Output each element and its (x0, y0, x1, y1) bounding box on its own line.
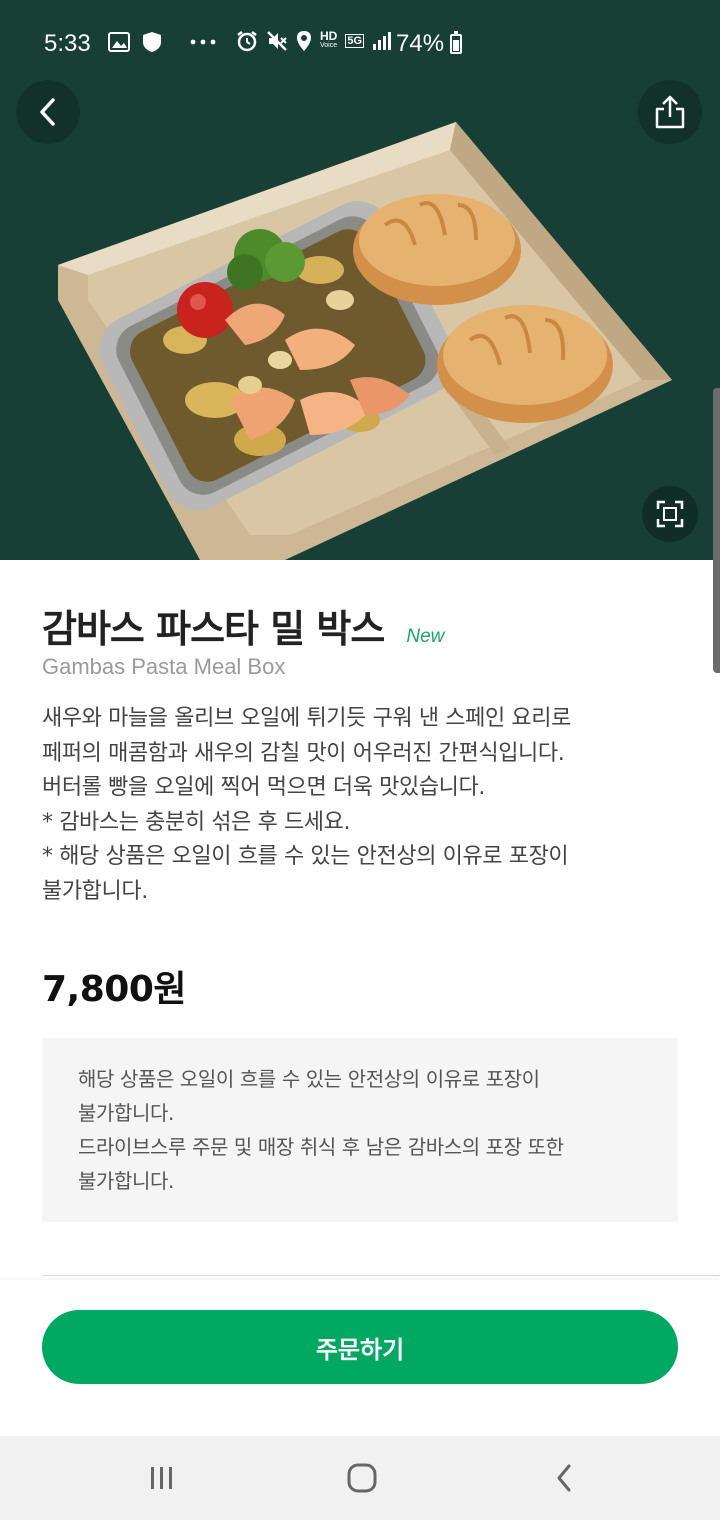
alarm-icon (237, 31, 257, 52)
image-zoom-button[interactable] (642, 486, 698, 542)
recent-apps-button[interactable] (140, 1456, 184, 1500)
system-navigation-bar (0, 1436, 720, 1520)
product-title-row: 감바스 파스타 밀 박스 New (42, 598, 444, 653)
description-line: 버터롤 빵을 오일에 찍어 먹으면 더욱 맛있습니다. (42, 775, 485, 800)
product-description: 새우와 마늘을 올리브 오일에 튀기듯 구워 낸 스페인 요리로 페퍼의 매콤함… (42, 702, 682, 909)
voice-label: Voice (320, 42, 338, 49)
hd-label: HD (320, 29, 338, 43)
status-bar: 5:33 HD Voice 5G 74% (0, 0, 720, 86)
notice-line: 드라이브스루 주문 및 매장 취식 후 남은 감바스의 포장 또한 (78, 1135, 564, 1159)
section-divider (42, 1275, 720, 1276)
gallery-icon (108, 32, 130, 52)
notice-line: 해당 상품은 오일이 흐를 수 있는 안전상의 이유로 포장이 (78, 1067, 540, 1091)
recent-apps-icon (151, 1467, 172, 1489)
back-button[interactable] (16, 80, 80, 144)
bottom-action-bar: 주문하기 (0, 1280, 720, 1436)
system-back-button[interactable] (542, 1456, 586, 1500)
back-arrow-icon (557, 1464, 571, 1492)
shield-icon (143, 32, 161, 52)
description-line: 새우와 마늘을 올리브 오일에 튀기듯 구워 낸 스페인 요리로 (42, 706, 571, 731)
product-image: 5:33 HD Voice 5G 74% (0, 0, 720, 560)
description-line: 페퍼의 매콤함과 새우의 감칠 맛이 어우러진 간편식입니다. (42, 740, 565, 766)
product-english-name: Gambas Pasta Meal Box (42, 654, 286, 679)
more-dots-icon (190, 39, 216, 45)
home-icon (347, 1463, 377, 1493)
home-button[interactable] (340, 1456, 384, 1500)
hd-voice-indicator: HD Voice (320, 29, 338, 50)
share-button[interactable] (638, 80, 702, 144)
system-icons: HD Voice 5G (236, 30, 392, 52)
notice-box: 해당 상품은 오일이 흐를 수 있는 안전상의 이유로 포장이 불가합니다. 드… (42, 1038, 678, 1222)
network-type: 5G (345, 34, 365, 48)
notification-icons (108, 31, 216, 53)
battery-icon (450, 31, 462, 54)
new-badge: New (406, 626, 445, 647)
description-line: 불가합니다. (42, 878, 148, 904)
notice-line: 불가합니다. (78, 1101, 174, 1125)
notice-line: 불가합니다. (78, 1169, 174, 1193)
scrollbar[interactable] (713, 388, 720, 673)
location-icon (297, 31, 311, 51)
chevron-left-icon (40, 98, 55, 126)
description-line: * 감바스는 충분히 섞은 후 드세요. (42, 809, 351, 835)
fullscreen-icon (656, 500, 684, 528)
order-button[interactable]: 주문하기 (42, 1310, 678, 1384)
status-time: 5:33 (44, 30, 91, 57)
description-line: * 해당 상품은 오일이 흐를 수 있는 안전상의 이유로 포장이 (42, 844, 569, 869)
battery-percent: 74% (396, 30, 445, 57)
product-price: 7,800원 (42, 969, 187, 1010)
share-icon (655, 95, 685, 129)
signal-icon (373, 32, 392, 50)
mute-icon (267, 31, 287, 51)
product-name: 감바스 파스타 밀 박스 (42, 607, 385, 651)
